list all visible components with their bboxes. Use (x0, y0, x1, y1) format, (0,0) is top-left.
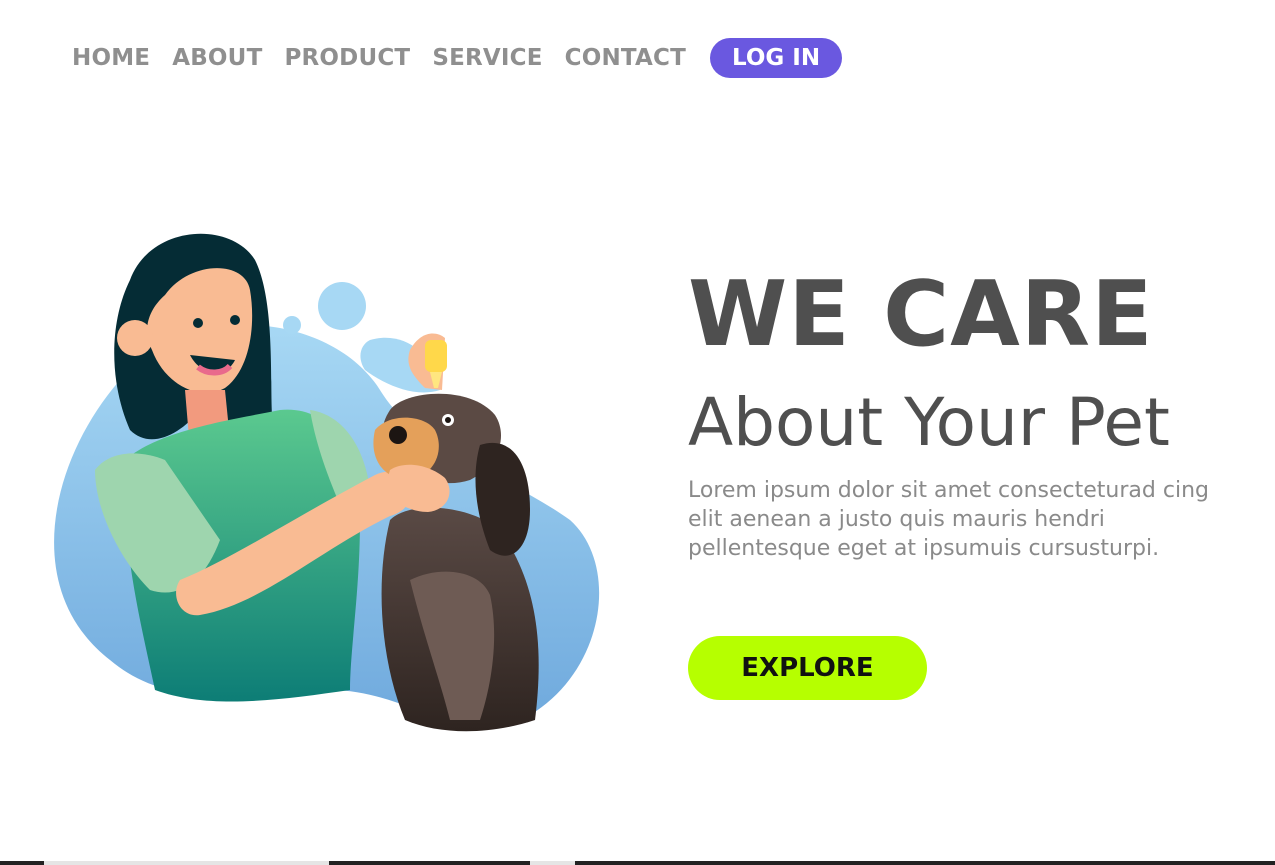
bubble-large (318, 282, 366, 330)
woman-left-eye (193, 318, 203, 328)
nav-product-link[interactable]: PRODUCT (284, 45, 410, 71)
dog-nose (389, 426, 407, 444)
woman-ear (117, 320, 153, 356)
bubble-small (283, 316, 301, 334)
bottom-bar-segment (44, 861, 329, 865)
top-nav: HOME ABOUT PRODUCT SERVICE CONTACT LOG I… (72, 38, 843, 78)
hero-description: Lorem ipsum dolor sit amet consecteturad… (688, 478, 1209, 561)
nav-home-link[interactable]: HOME (72, 45, 150, 71)
dog-pupil (445, 417, 451, 423)
nav-service-link[interactable]: SERVICE (432, 45, 542, 71)
nav-about-link[interactable]: ABOUT (172, 45, 262, 71)
hero-section: WE CARE About Your Pet Lorem ipsum dolor… (688, 270, 1258, 563)
nav-contact-link[interactable]: CONTACT (565, 45, 686, 71)
bottom-bar (0, 861, 1275, 865)
vet-illustration (54, 233, 600, 732)
login-button[interactable]: LOG IN (710, 38, 843, 78)
hero-title: WE CARE (688, 262, 1154, 367)
explore-button[interactable]: EXPLORE (688, 636, 927, 700)
hero-subtitle: About Your Pet (688, 384, 1170, 461)
woman-right-eye (230, 315, 240, 325)
bottom-bar-segment (530, 861, 575, 865)
dropper-bottle (425, 340, 447, 372)
